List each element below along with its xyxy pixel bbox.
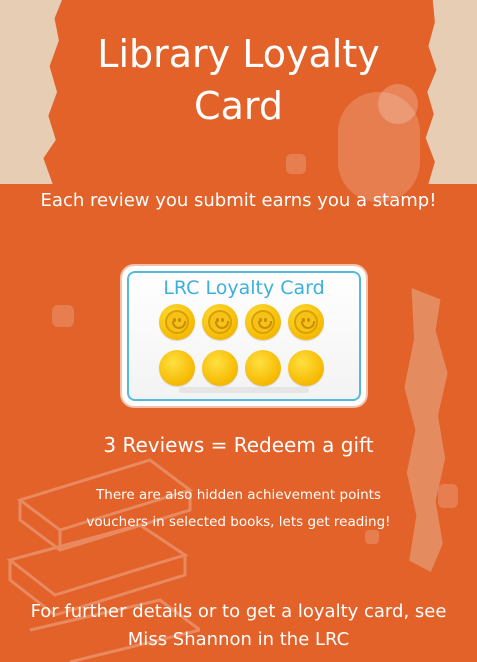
smiley-stamp-icon: [288, 304, 324, 340]
redeem-text: 3 Reviews = Redeem a gift: [103, 433, 374, 457]
poster-title: Library Loyalty Card: [97, 32, 380, 128]
smiley-stamp-icon: [202, 304, 238, 340]
empty-stamp-icon: [159, 350, 195, 386]
poster-content: Library Loyalty Card Each review you sub…: [0, 0, 477, 662]
empty-stamp-icon: [245, 350, 281, 386]
card-bar-decoration: [179, 387, 309, 393]
details-text: For further details or to get a loyalty …: [30, 601, 447, 650]
tagline: Each review you submit earns you a stamp…: [40, 190, 437, 211]
empty-stamp-icon: [202, 350, 238, 386]
hidden-vouchers-note: There are also hidden achievement points…: [86, 487, 391, 530]
empty-stamp-icon: [288, 350, 324, 386]
loyalty-poster: Library Loyalty Card Each review you sub…: [0, 0, 477, 662]
smiley-stamp-icon: [245, 304, 281, 340]
loyalty-card: LRC Loyalty Card: [122, 266, 366, 406]
card-title: LRC Loyalty Card: [163, 277, 325, 299]
smiley-stamp-icon: [159, 304, 195, 340]
loyalty-card-frame: LRC Loyalty Card: [127, 271, 361, 401]
